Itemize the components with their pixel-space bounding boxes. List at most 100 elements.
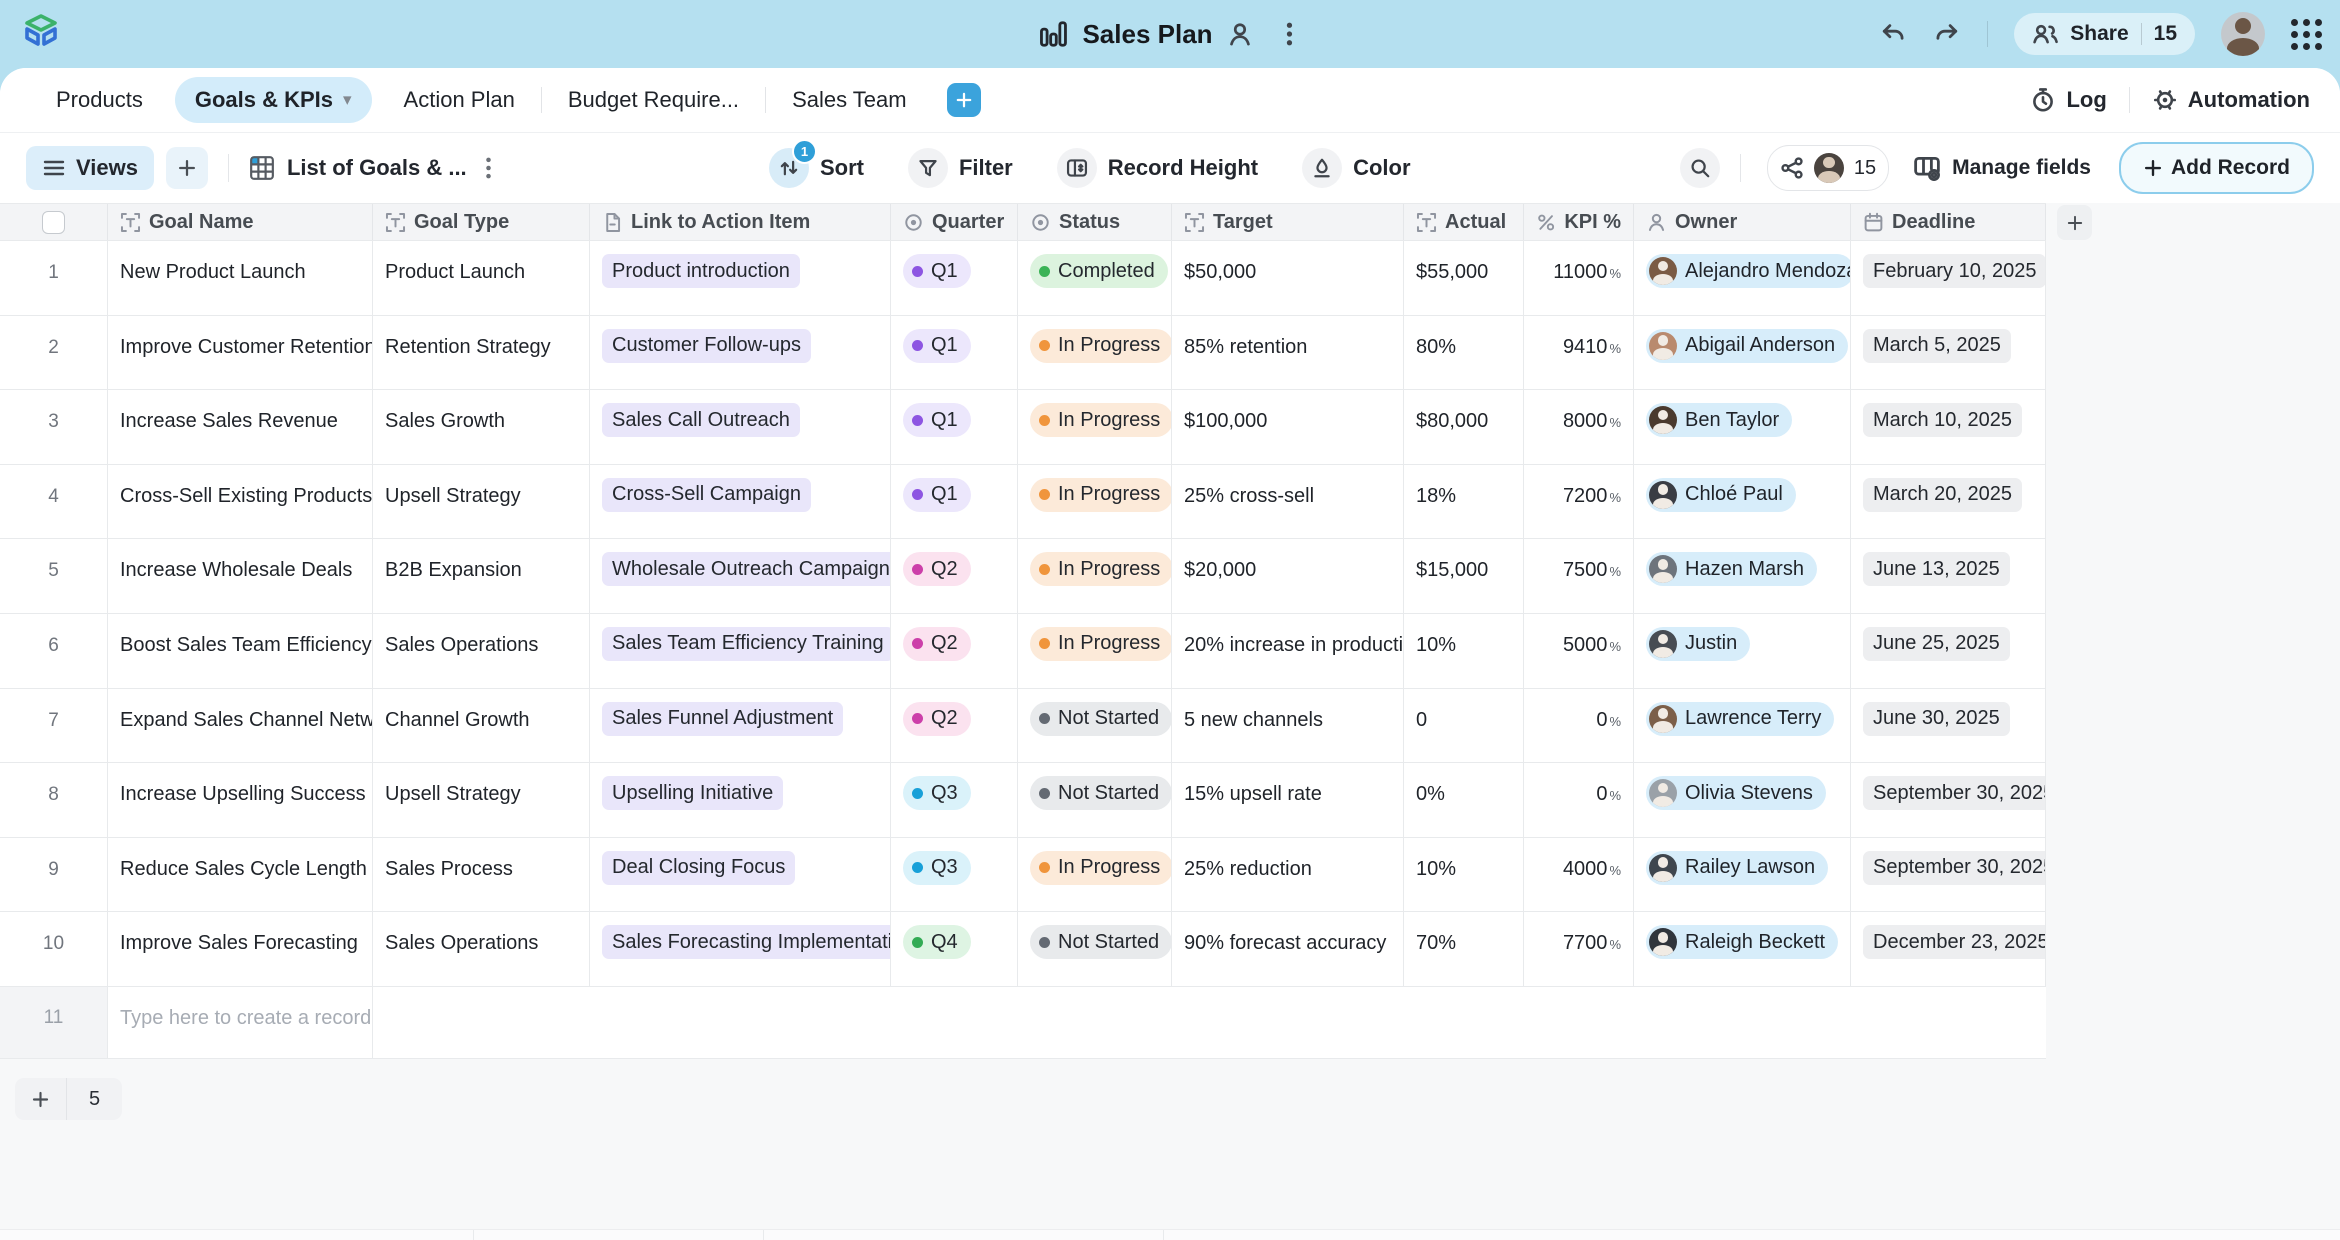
cell-kpi-percent[interactable]: 7700% [1524, 912, 1634, 987]
cell-owner[interactable]: Hazen Marsh [1634, 539, 1851, 614]
collaborators-pill[interactable]: 15 [1767, 145, 1889, 191]
filter-button[interactable]: Filter [908, 148, 1013, 188]
cell-kpi-percent[interactable]: 4000% [1524, 838, 1634, 913]
cell-goal-type[interactable]: Product Launch [373, 241, 590, 316]
cell-owner[interactable]: Raleigh Beckett [1634, 912, 1851, 987]
column-header-kpi-percent[interactable]: KPI % [1524, 204, 1634, 240]
cell-goal-name[interactable]: Increase Upselling Success [108, 763, 373, 838]
share-button[interactable]: Share 15 [2014, 13, 2195, 55]
cell-goal-name[interactable]: Boost Sales Team Efficiency [108, 614, 373, 689]
cell-deadline[interactable]: December 23, 2025 [1851, 912, 2046, 987]
table-row[interactable]: 7 Expand Sales Channel Network Channel G… [0, 689, 2046, 764]
cell-deadline[interactable]: February 10, 2025 [1851, 241, 2046, 316]
cell-deadline[interactable]: June 30, 2025 [1851, 689, 2046, 764]
cell-deadline[interactable]: June 25, 2025 [1851, 614, 2046, 689]
cell-actual[interactable]: 10% [1404, 614, 1524, 689]
cell-status[interactable]: In Progress [1018, 614, 1172, 689]
cell-target[interactable]: 25% cross-sell [1172, 465, 1404, 540]
cell-goal-name[interactable]: Expand Sales Channel Network [108, 689, 373, 764]
add-field-button[interactable] [2057, 205, 2092, 240]
cell-target[interactable]: 85% retention [1172, 316, 1404, 391]
column-header-link-to-action-item[interactable]: Link to Action Item [590, 204, 891, 240]
cell-kpi-percent[interactable]: 7200% [1524, 465, 1634, 540]
cell-deadline[interactable]: March 20, 2025 [1851, 465, 2046, 540]
column-header-owner[interactable]: Owner [1634, 204, 1851, 240]
cell-quarter[interactable]: Q1 [891, 241, 1018, 316]
record-height-button[interactable]: Record Height [1057, 148, 1258, 188]
table-row[interactable]: 3 Increase Sales Revenue Sales Growth Sa… [0, 390, 2046, 465]
current-view[interactable]: List of Goals & ... [249, 155, 467, 181]
tab-sales-team[interactable]: Sales Team [766, 68, 933, 132]
cell-target[interactable]: 90% forecast accuracy [1172, 912, 1404, 987]
cell-goal-type[interactable]: Channel Growth [373, 689, 590, 764]
cell-quarter[interactable]: Q2 [891, 614, 1018, 689]
views-button[interactable]: Views [26, 146, 154, 190]
member-icon[interactable] [1227, 21, 1254, 48]
tab-products[interactable]: Products [30, 68, 169, 132]
app-logo-icon[interactable] [22, 13, 60, 53]
cell-goal-type[interactable]: Sales Process [373, 838, 590, 913]
cell-goal-type[interactable]: Sales Operations [373, 912, 590, 987]
cell-owner[interactable]: Abigail Anderson [1634, 316, 1851, 391]
cell-owner[interactable]: Olivia Stevens [1634, 763, 1851, 838]
cell-target[interactable]: 15% upsell rate [1172, 763, 1404, 838]
cell-kpi-percent[interactable]: 9410% [1524, 316, 1634, 391]
title-kebab-menu-icon[interactable] [1278, 16, 1302, 52]
automation-button[interactable]: Automation [2152, 87, 2310, 113]
cell-status[interactable]: Completed [1018, 241, 1172, 316]
table-row[interactable]: 8 Increase Upselling Success Upsell Stra… [0, 763, 2046, 838]
cell-quarter[interactable]: Q1 [891, 316, 1018, 391]
cell-kpi-percent[interactable]: 8000% [1524, 390, 1634, 465]
color-button[interactable]: Color [1302, 148, 1410, 188]
cell-quarter[interactable]: Q2 [891, 539, 1018, 614]
cell-target[interactable]: $50,000 [1172, 241, 1404, 316]
cell-goal-name[interactable]: Reduce Sales Cycle Length [108, 838, 373, 913]
cell-link-to-action-item[interactable]: Wholesale Outreach Campaign [590, 539, 891, 614]
cell-deadline[interactable]: March 5, 2025 [1851, 316, 2046, 391]
cell-deadline[interactable]: March 10, 2025 [1851, 390, 2046, 465]
cell-goal-name[interactable]: Increase Sales Revenue [108, 390, 373, 465]
cell-quarter[interactable]: Q1 [891, 465, 1018, 540]
cell-status[interactable]: In Progress [1018, 316, 1172, 391]
column-header-status[interactable]: Status [1018, 204, 1172, 240]
cell-goal-type[interactable]: B2B Expansion [373, 539, 590, 614]
cell-goal-type[interactable]: Sales Growth [373, 390, 590, 465]
new-record-placeholder[interactable]: Type here to create a record [108, 987, 373, 1058]
cell-target[interactable]: 25% reduction [1172, 838, 1404, 913]
redo-icon[interactable] [1933, 20, 1961, 48]
add-rows-count[interactable]: 5 [66, 1078, 122, 1120]
table-row[interactable]: 2 Improve Customer Retention Retention S… [0, 316, 2046, 391]
view-kebab-menu-icon[interactable] [477, 151, 500, 185]
search-icon[interactable] [1680, 148, 1720, 188]
cell-deadline[interactable]: September 30, 2025 [1851, 763, 2046, 838]
cell-status[interactable]: In Progress [1018, 838, 1172, 913]
cell-link-to-action-item[interactable]: Product introduction [590, 241, 891, 316]
tab-budget-requirements[interactable]: Budget Require... [542, 68, 765, 132]
cell-link-to-action-item[interactable]: Sales Funnel Adjustment [590, 689, 891, 764]
table-row[interactable]: 4 Cross-Sell Existing Products Upsell St… [0, 465, 2046, 540]
cell-actual[interactable]: $80,000 [1404, 390, 1524, 465]
cell-quarter[interactable]: Q3 [891, 763, 1018, 838]
cell-kpi-percent[interactable]: 5000% [1524, 614, 1634, 689]
table-row[interactable]: 1 New Product Launch Product Launch Prod… [0, 241, 2046, 316]
tab-action-plan[interactable]: Action Plan [378, 68, 541, 132]
cell-target[interactable]: 5 new channels [1172, 689, 1404, 764]
cell-actual[interactable]: $55,000 [1404, 241, 1524, 316]
manage-fields-button[interactable]: Manage fields [1913, 154, 2091, 182]
cell-link-to-action-item[interactable]: Customer Follow-ups [590, 316, 891, 391]
cell-quarter[interactable]: Q1 [891, 390, 1018, 465]
cell-owner[interactable]: Chloé Paul [1634, 465, 1851, 540]
undo-icon[interactable] [1879, 20, 1907, 48]
cell-link-to-action-item[interactable]: Deal Closing Focus [590, 838, 891, 913]
column-header-quarter[interactable]: Quarter [891, 204, 1018, 240]
cell-quarter[interactable]: Q4 [891, 912, 1018, 987]
cell-owner[interactable]: Lawrence Terry [1634, 689, 1851, 764]
column-header-goal-name[interactable]: Goal Name [108, 204, 373, 240]
column-header-deadline[interactable]: Deadline [1851, 204, 2046, 240]
cell-quarter[interactable]: Q3 [891, 838, 1018, 913]
cell-link-to-action-item[interactable]: Upselling Initiative [590, 763, 891, 838]
cell-actual[interactable]: 18% [1404, 465, 1524, 540]
cell-status[interactable]: Not Started [1018, 763, 1172, 838]
select-all-checkbox[interactable] [42, 211, 65, 234]
cell-status[interactable]: Not Started [1018, 689, 1172, 764]
